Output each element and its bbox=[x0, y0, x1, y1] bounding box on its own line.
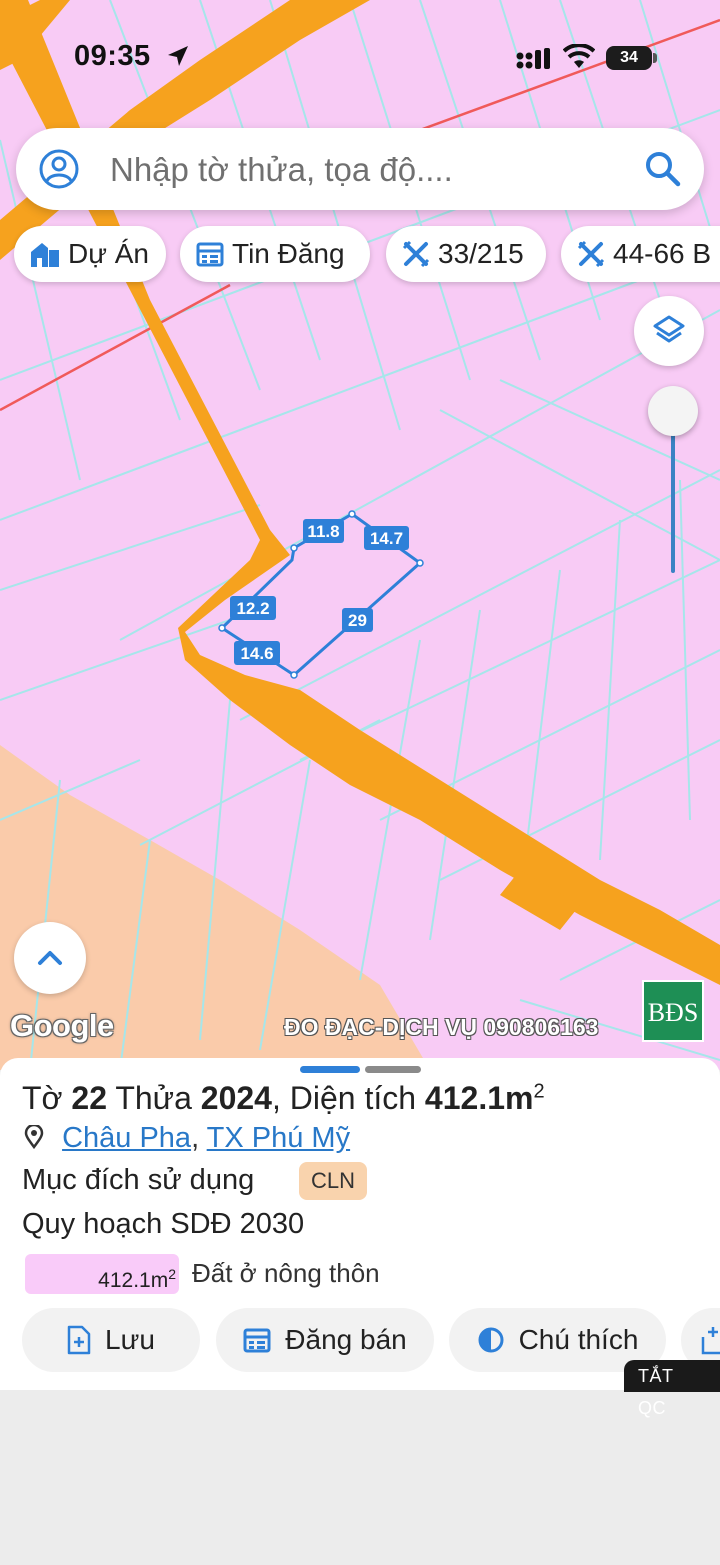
chip-label: 33/215 bbox=[438, 238, 524, 269]
expand-up-button[interactable] bbox=[14, 922, 86, 994]
search-bar bbox=[16, 128, 704, 210]
chip-label: Tin Đăng bbox=[232, 238, 345, 269]
chip-du-an[interactable]: Dự Án bbox=[14, 226, 166, 282]
clock: 09:35 bbox=[74, 40, 151, 72]
svg-text:11.8: 11.8 bbox=[307, 522, 339, 541]
svg-text:29: 29 bbox=[348, 611, 367, 630]
commune-link[interactable]: Châu Pha bbox=[62, 1122, 191, 1154]
plan-area-swatch: 412.1m2 bbox=[25, 1254, 179, 1294]
chip-label: 44-66 B bbox=[613, 238, 712, 269]
town-link[interactable]: TX Phú Mỹ bbox=[207, 1122, 350, 1154]
bds-logo[interactable]: BĐS bbox=[642, 980, 704, 1042]
ads-off-button[interactable]: TẮT QC bbox=[624, 1360, 720, 1418]
parcel-title: Tờ 22 Thửa 2024, Diện tích 412.1m2 bbox=[22, 1080, 545, 1116]
wifi-icon bbox=[563, 44, 595, 68]
status-bar: 09:35 34 bbox=[0, 0, 720, 110]
page-indicator-active[interactable] bbox=[300, 1066, 360, 1073]
search-input[interactable] bbox=[108, 144, 632, 196]
battery-indicator: 34 bbox=[606, 46, 652, 70]
svg-text:14.6: 14.6 bbox=[240, 644, 273, 663]
ruler-cross-icon bbox=[577, 240, 605, 268]
user-account-icon[interactable] bbox=[38, 148, 80, 190]
chip-plot-44-66[interactable]: 44-66 B bbox=[561, 226, 720, 282]
svg-text:12.2: 12.2 bbox=[236, 599, 269, 618]
calendar-icon bbox=[196, 242, 224, 267]
parcel-info-sheet: Tờ 22 Thửa 2024, Diện tích 412.1m2 Châu … bbox=[0, 1058, 720, 1390]
land-use-plan-label: Quy hoạch SDĐ 2030 bbox=[22, 1208, 305, 1240]
zoom-slider-track[interactable] bbox=[671, 415, 675, 573]
ruler-cross-icon bbox=[402, 240, 430, 268]
battery-tip bbox=[653, 53, 657, 63]
filter-chips: Dự Án Tin Đăng 33/215 44-66 B bbox=[0, 226, 720, 284]
location-arrow-icon bbox=[168, 46, 188, 66]
svg-text:14.7: 14.7 bbox=[370, 529, 403, 548]
cellular-signal-icon bbox=[516, 48, 550, 69]
parcel-location: Châu Pha, TX Phú Mỹ bbox=[24, 1122, 350, 1155]
edge-label: 14.6 bbox=[234, 641, 280, 665]
edge-label: 14.7 bbox=[364, 526, 409, 550]
land-use-code-badge: CLN bbox=[299, 1162, 368, 1200]
plan-land-type: Đất ở nông thôn bbox=[192, 1258, 380, 1288]
map-pin-icon bbox=[24, 1123, 44, 1150]
edge-label: 29 bbox=[342, 608, 373, 632]
save-doc-icon bbox=[67, 1325, 91, 1355]
save-button[interactable]: Lưu bbox=[22, 1308, 200, 1372]
chevron-up-icon bbox=[38, 951, 62, 965]
calendar-icon bbox=[243, 1328, 271, 1353]
chip-label: Dự Án bbox=[68, 238, 149, 269]
page-indicator[interactable] bbox=[365, 1066, 421, 1073]
edge-label: 11.8 bbox=[303, 519, 344, 543]
building-icon bbox=[31, 243, 59, 267]
land-use-purpose-label: Mục đích sử dụng bbox=[22, 1164, 255, 1196]
layers-button[interactable] bbox=[634, 296, 704, 366]
edge-label: 12.2 bbox=[230, 596, 276, 620]
watermark-text: ĐO ĐẠC-DỊCH VỤ 090806163 bbox=[284, 1014, 599, 1040]
chip-plot-33-215[interactable]: 33/215 bbox=[386, 226, 546, 282]
google-logo: Google bbox=[10, 1008, 114, 1043]
zoom-slider-handle[interactable] bbox=[648, 386, 698, 436]
layers-icon bbox=[653, 315, 685, 343]
chip-tin-dang[interactable]: Tin Đăng bbox=[180, 226, 370, 282]
post-sale-button[interactable]: Đăng bán bbox=[216, 1308, 434, 1372]
half-circle-icon bbox=[478, 1327, 504, 1353]
add-doc-icon bbox=[701, 1327, 720, 1355]
action-bar: Lưu Đăng bán Chú thích bbox=[0, 1308, 720, 1374]
search-icon[interactable] bbox=[644, 150, 682, 188]
